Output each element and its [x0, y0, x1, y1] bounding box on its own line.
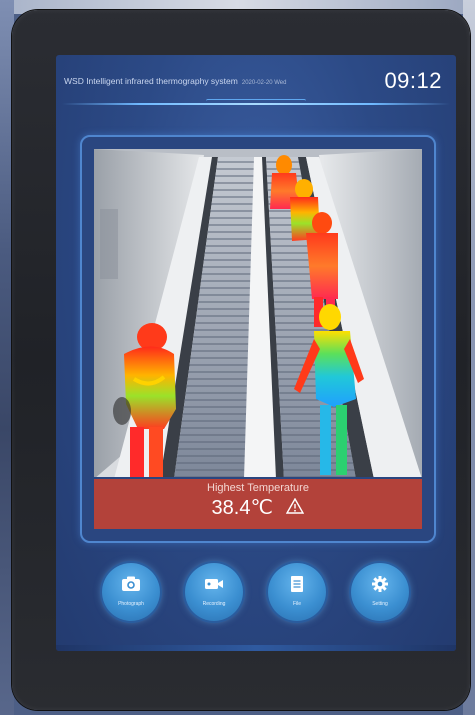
system-title-text: WSD Intelligent infrared thermography sy… — [64, 76, 238, 86]
file-icon — [291, 576, 303, 592]
photograph-button[interactable]: Photograph — [102, 563, 160, 621]
temperature-readout: 38.4℃ — [94, 495, 422, 520]
temperature-value: 38.4℃ — [211, 497, 273, 519]
kiosk-device: WSD Intelligent infrared thermography sy… — [12, 10, 470, 710]
thermal-viewer: Highest Temperature 38.4℃ — [80, 135, 436, 543]
header: WSD Intelligent infrared thermography sy… — [56, 55, 456, 107]
temperature-label: Highest Temperature — [207, 482, 309, 494]
warning-icon — [286, 497, 305, 520]
setting-button[interactable]: Setting — [351, 563, 409, 621]
file-button[interactable]: File — [268, 563, 326, 621]
setting-label: Setting — [372, 601, 388, 607]
kiosk-screen: WSD Intelligent infrared thermography sy… — [56, 55, 456, 651]
video-camera-icon — [205, 579, 223, 589]
camera-icon — [122, 576, 140, 591]
gear-icon — [372, 576, 388, 592]
header-divider — [62, 103, 450, 105]
system-title: WSD Intelligent infrared thermography sy… — [64, 76, 286, 86]
file-label: File — [292, 601, 302, 607]
clock: 09:12 — [384, 68, 442, 93]
recording-button[interactable]: Recording — [185, 563, 243, 621]
photograph-label: Photograph — [118, 601, 144, 607]
highest-temperature-panel: Highest Temperature 38.4℃ — [94, 479, 422, 529]
action-buttons: Photograph Recording File Setting — [56, 563, 456, 627]
footer-bar — [56, 645, 456, 651]
date-text: 2020-02-20 Wed — [241, 80, 287, 86]
thermal-camera-feed[interactable] — [94, 149, 422, 477]
escalator-thermal-image — [94, 149, 422, 477]
recording-label: Recording — [202, 601, 226, 607]
